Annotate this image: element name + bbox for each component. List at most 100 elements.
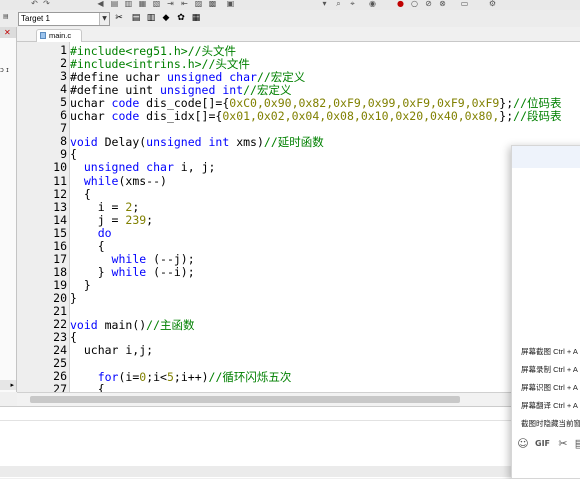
code-token: //段码表 bbox=[513, 109, 562, 124]
breakpoint-kill-icon[interactable]: ⊗ bbox=[438, 0, 447, 8]
bookmark-prev-icon[interactable]: ▥ bbox=[124, 0, 133, 8]
code-token: { bbox=[70, 238, 105, 253]
code-line[interactable]: void Delay(unsigned int xms)//延时函数 bbox=[70, 134, 324, 150]
incremental-find-icon[interactable]: ⌖ bbox=[348, 0, 357, 8]
popup-menu-item[interactable]: 屏幕翻译 Ctrl + A bbox=[521, 400, 578, 411]
code-line[interactable]: } bbox=[70, 278, 91, 292]
breakpoint-clear-icon[interactable]: ⊘ bbox=[424, 0, 433, 8]
line-number: 13 bbox=[53, 199, 67, 214]
comment-icon[interactable]: ▨ bbox=[194, 0, 203, 8]
line-number: 9 bbox=[60, 147, 67, 162]
code-token: j = bbox=[70, 212, 126, 227]
code-line[interactable]: i = 2; bbox=[70, 200, 140, 214]
breakpoint-icon[interactable]: ● bbox=[396, 0, 405, 8]
code-token: { bbox=[70, 186, 91, 201]
project-panel bbox=[0, 27, 17, 392]
line-number: 19 bbox=[53, 277, 67, 292]
close-icon[interactable]: ✕ bbox=[4, 27, 11, 38]
undo-icon[interactable]: ↶ bbox=[30, 0, 39, 8]
status-bar bbox=[0, 466, 580, 477]
output-divider bbox=[0, 420, 580, 421]
gif-icon[interactable]: GIF bbox=[535, 437, 550, 451]
code-line[interactable]: } while (--i); bbox=[70, 265, 195, 279]
line-number: 26 bbox=[53, 369, 67, 384]
tab-main-c[interactable]: main.c bbox=[36, 29, 82, 42]
code-token: uchar i,j; bbox=[70, 343, 154, 358]
navigate-back-icon[interactable]: ◀ bbox=[96, 0, 105, 8]
line-number: 24 bbox=[53, 343, 67, 358]
line-number: 23 bbox=[53, 330, 67, 345]
bookmark-clear-icon[interactable]: ▧ bbox=[152, 0, 161, 8]
line-number: 18 bbox=[53, 264, 67, 279]
project-tree-fragment-icon: ɔ ɪ bbox=[0, 66, 9, 74]
document-icon[interactable]: ▤ bbox=[573, 437, 580, 451]
debug-icon[interactable]: ◉ bbox=[368, 0, 377, 8]
scroll-right-icon[interactable]: ▸ bbox=[10, 380, 14, 390]
line-number: 8 bbox=[60, 134, 67, 149]
popup-menu-item[interactable]: 屏幕识图 Ctrl + A bbox=[521, 382, 578, 393]
bookmark-icon[interactable]: ▤ bbox=[110, 0, 119, 8]
manage-project-icon[interactable]: ◆ bbox=[160, 12, 172, 24]
popup-header bbox=[512, 146, 580, 168]
code-token: { bbox=[70, 147, 77, 162]
popup-menu-item[interactable]: 截图时隐藏当前窗 bbox=[521, 418, 580, 429]
project-panel-scrollbar[interactable]: ▸ bbox=[0, 380, 16, 390]
code-line[interactable]: { bbox=[70, 330, 77, 344]
code-token: { bbox=[70, 382, 105, 392]
select-packs-icon[interactable]: ▥ bbox=[145, 12, 157, 24]
breakpoint-disable-icon[interactable]: ○ bbox=[410, 0, 419, 8]
chevron-down-icon[interactable]: ▼ bbox=[99, 13, 109, 25]
scrollbar-thumb[interactable] bbox=[30, 396, 460, 403]
code-token: while bbox=[111, 264, 147, 279]
code-token: } bbox=[70, 264, 112, 279]
indent-icon[interactable]: ⇥ bbox=[166, 0, 175, 8]
code-line[interactable]: do bbox=[70, 226, 112, 240]
code-line[interactable]: } bbox=[70, 291, 77, 305]
code-editor[interactable]: 1 2 3 4 5 6 7 8 9 10 11 12 13 14 15 16 17 18 19 20 21 22 23 24 2… bbox=[17, 42, 580, 392]
code-line[interactable]: { bbox=[70, 147, 77, 161]
code-line[interactable]: while (--j); bbox=[70, 252, 195, 266]
line-number: 10 bbox=[53, 160, 67, 175]
window-layout-icon[interactable]: ▭ bbox=[460, 0, 469, 8]
target-options-icon[interactable]: ✂ bbox=[113, 12, 125, 24]
config-icon[interactable]: ⚙ bbox=[488, 0, 497, 8]
manage-components-icon[interactable]: ▤ bbox=[130, 12, 142, 24]
code-line[interactable]: j = 239; bbox=[70, 213, 153, 227]
bookmark-next-icon[interactable]: ▦ bbox=[138, 0, 147, 8]
popup-menu-item[interactable]: 屏幕录制 Ctrl + A bbox=[521, 364, 578, 375]
code-token: ; bbox=[146, 212, 154, 227]
uncomment-icon[interactable]: ▩ bbox=[208, 0, 217, 8]
emoji-icon[interactable]: ☺ bbox=[516, 437, 530, 451]
find-dropdown-icon[interactable]: ▾ bbox=[320, 0, 329, 8]
pack-installer-icon[interactable]: ✿ bbox=[175, 12, 187, 24]
code-line[interactable]: unsigned char i, j; bbox=[70, 160, 216, 174]
code-line[interactable]: uchar code dis_idx[]={0x01,0x02,0x04,0x0… bbox=[70, 108, 562, 124]
line-number: 11 bbox=[53, 173, 67, 188]
load-icon[interactable]: ▤ bbox=[3, 13, 9, 20]
code-line[interactable]: { bbox=[70, 187, 91, 201]
line-number: 22 bbox=[53, 317, 67, 332]
find-icon[interactable]: ⌕ bbox=[334, 0, 343, 8]
code-line[interactable]: while(xms--) bbox=[70, 174, 167, 188]
code-token: (xms--) bbox=[118, 173, 167, 188]
code-token: 0x01,0x02,0x04,0x08,0x10,0x20,0x40,0x80, bbox=[222, 109, 500, 124]
popup-menu-item[interactable]: 屏幕截图 Ctrl + A bbox=[521, 346, 578, 357]
scissors-icon[interactable]: ✂ bbox=[556, 437, 570, 451]
line-number: 6 bbox=[60, 108, 67, 123]
code-line[interactable]: void main()//主函数 bbox=[70, 317, 195, 333]
target-select[interactable]: Target 1 ▼ bbox=[18, 12, 110, 26]
code-token: //循环闪烁五次 bbox=[208, 370, 292, 385]
run-time-env-icon[interactable]: ▦ bbox=[190, 12, 202, 24]
code-line[interactable]: { bbox=[70, 239, 105, 253]
code-line[interactable]: uchar i,j; bbox=[70, 343, 153, 357]
code-token: Delay( bbox=[97, 135, 147, 150]
code-line[interactable]: { bbox=[70, 382, 105, 392]
redo-icon[interactable]: ↷ bbox=[42, 0, 51, 8]
code-token: //延时函数 bbox=[263, 135, 324, 150]
find-in-files-icon[interactable]: ▣ bbox=[226, 0, 235, 8]
unindent-icon[interactable]: ⇤ bbox=[180, 0, 189, 8]
code-token: }; bbox=[499, 109, 514, 124]
line-number: 15 bbox=[53, 225, 67, 240]
line-number: 25 bbox=[53, 356, 67, 371]
